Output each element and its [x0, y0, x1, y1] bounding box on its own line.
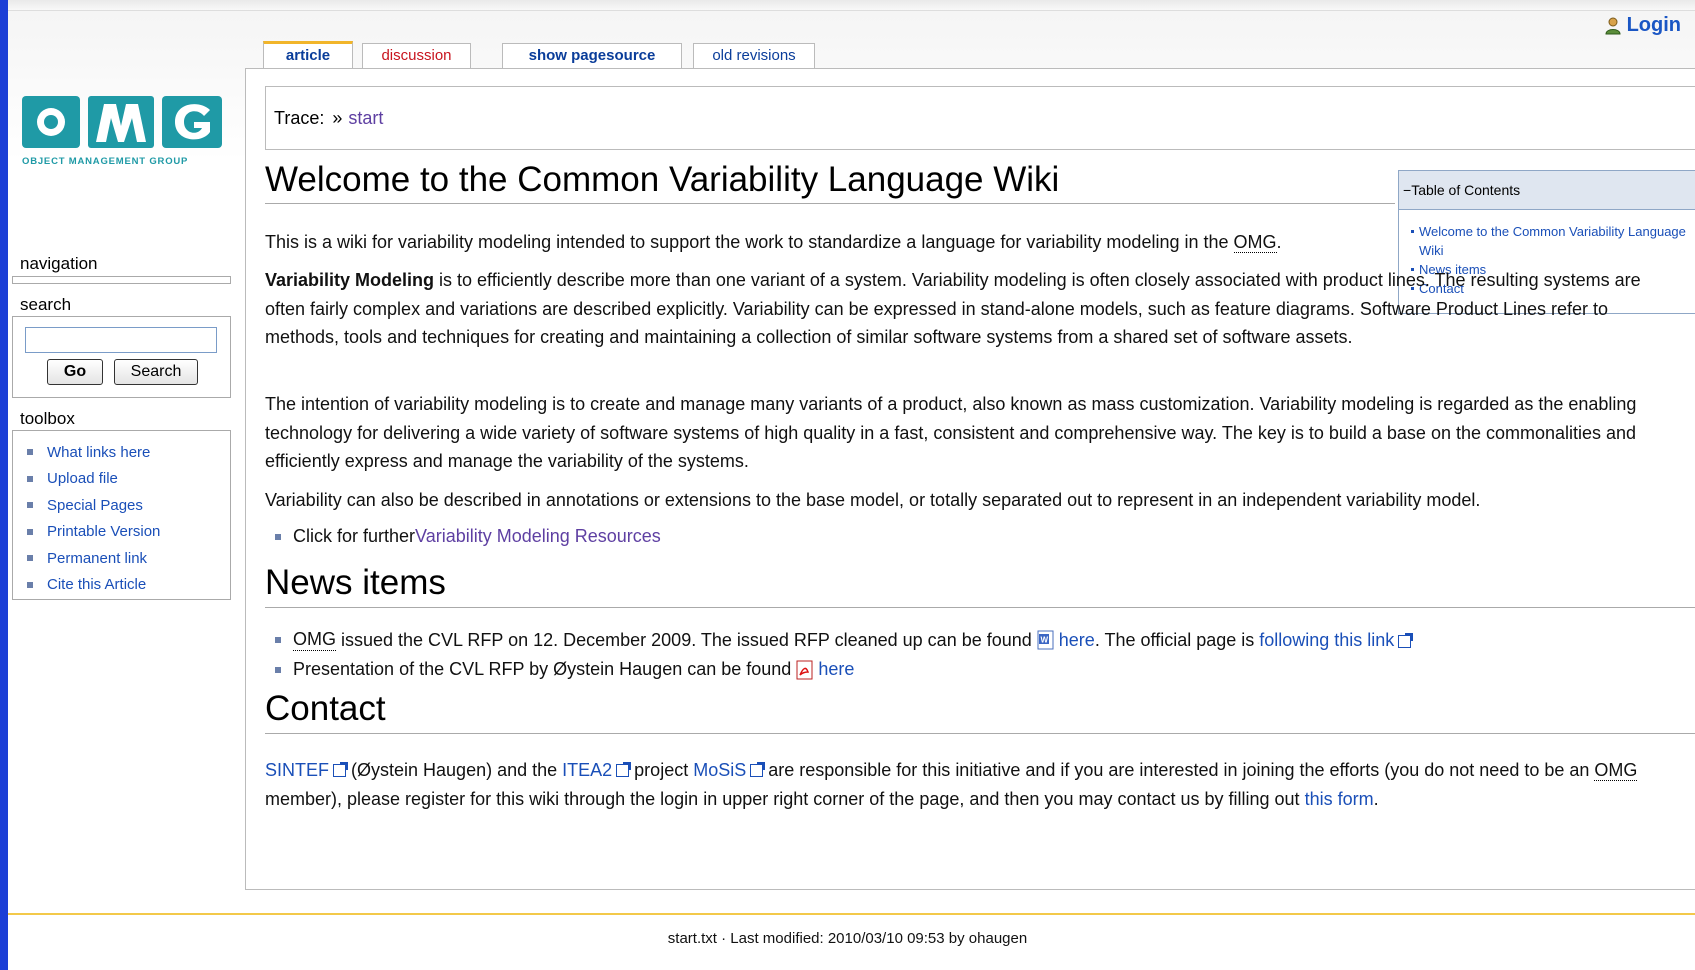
external-link-icon	[1398, 632, 1414, 648]
bullet-icon	[1411, 230, 1414, 233]
search-input[interactable]	[25, 327, 217, 353]
toolbox-what-links-here[interactable]: What links here	[13, 439, 230, 466]
news-heading: News items	[265, 563, 1695, 608]
navigation-box	[12, 276, 231, 284]
bullet-icon	[27, 475, 33, 482]
toolbox-box: What links here Upload file Special Page…	[12, 430, 231, 600]
user-icon	[1605, 17, 1621, 34]
list-item: Click for further Variability Modeling R…	[275, 526, 661, 547]
breadcrumb: Trace: » start	[265, 86, 1695, 150]
contact-text: member), please register for this wiki t…	[265, 788, 1305, 809]
external-link-icon	[333, 762, 349, 777]
tab-old-revisions[interactable]: old revisions	[693, 43, 815, 68]
intention-paragraph: The intention of variability modeling is…	[265, 394, 1637, 471]
intro-text: This is a wiki for variability modeling …	[265, 232, 1234, 252]
contact-text: are responsible for this initiative and …	[763, 760, 1595, 780]
omg-abbr: OMG	[293, 629, 336, 651]
tab-article[interactable]: article	[263, 41, 353, 71]
toolbox-item-label: Cite this Article	[47, 576, 147, 594]
toolbox-item-label: Special Pages	[47, 496, 143, 514]
contact-text: project	[629, 760, 694, 780]
official-page-link[interactable]: following this link	[1259, 630, 1394, 651]
search-button[interactable]: Search	[114, 359, 198, 385]
toolbox-item-label: Printable Version	[47, 523, 161, 541]
omg-logo[interactable]: OBJECT MANAGEMENT GROUP	[20, 88, 230, 178]
toolbox-upload-file[interactable]: Upload file	[13, 466, 230, 493]
bullet-icon	[27, 502, 33, 509]
search-heading: search	[20, 295, 72, 314]
contact-text: (Øystein Haugen) and the	[346, 760, 563, 780]
go-button[interactable]: Go	[47, 359, 103, 385]
news-item-text: issued the CVL RFP on 12. December 2009.…	[336, 629, 1037, 650]
footer-divider	[8, 913, 1695, 915]
toc-title: Table of Contents	[1411, 182, 1521, 198]
news-item-text: . The official page is	[1094, 629, 1260, 650]
footer-info: start.txt · Last modified: 2010/03/10 09…	[667, 930, 1028, 947]
bullet-icon	[27, 555, 33, 562]
word-document-icon: W	[1037, 630, 1054, 650]
toc-item-label: Welcome to the Common Variability Langua…	[1419, 224, 1686, 258]
pdf-icon	[796, 660, 813, 679]
news-item-text: Presentation of the CVL RFP by Øystein H…	[293, 659, 797, 679]
mosis-link[interactable]: MoSiS	[693, 760, 746, 780]
contact-heading: Contact	[265, 689, 1695, 734]
bullet-icon	[27, 581, 33, 588]
list-item-text: Click for further	[293, 526, 416, 546]
toc-toggle[interactable]: −	[1403, 182, 1411, 198]
toolbox-printable-version[interactable]: Printable Version	[13, 519, 230, 546]
window-left-border	[0, 0, 8, 970]
external-link-icon	[750, 762, 766, 777]
sintef-link[interactable]: SINTEF	[265, 760, 329, 780]
presentation-pdf-link[interactable]: here	[818, 659, 854, 680]
toolbox-item-label: Permanent link	[47, 549, 148, 567]
trace-separator: »	[332, 107, 343, 128]
intro-end: .	[1276, 232, 1282, 252]
breadcrumb-start[interactable]: start	[348, 108, 383, 129]
login-link[interactable]: Login	[1605, 14, 1681, 37]
bullet-icon	[27, 528, 33, 535]
login-label: Login	[1626, 14, 1681, 36]
intro-paragraph: This is a wiki for variability modeling …	[265, 228, 1395, 257]
omg-abbr: OMG	[1233, 232, 1277, 253]
news-item: Presentation of the CVL RFP by Øystein H…	[275, 659, 854, 680]
toc-header[interactable]: − Table of Contents	[1399, 171, 1695, 210]
top-strip	[8, 0, 1695, 11]
annotations-paragraph: Variability can also be described in ann…	[265, 490, 1481, 510]
variability-text: is to efficiently describe more than one…	[265, 270, 1641, 347]
this-form-link[interactable]: this form	[1305, 789, 1374, 809]
bullet-icon	[275, 637, 281, 643]
contact-text: .	[1373, 788, 1379, 809]
variability-paragraph: Variability Modeling is to efficiently d…	[265, 266, 1675, 352]
rfp-doc-link[interactable]: here	[1059, 630, 1095, 651]
tab-discussion[interactable]: discussion	[362, 43, 471, 68]
toolbox-special-pages[interactable]: Special Pages	[13, 492, 230, 519]
toolbox-item-label: What links here	[47, 443, 151, 461]
external-link-icon	[616, 762, 632, 777]
trace-label: Trace:	[274, 107, 325, 128]
toolbox-heading: toolbox	[20, 409, 75, 428]
variability-modeling-bold: Variability Modeling	[265, 270, 435, 290]
omg-logo-image: OBJECT MANAGEMENT GROUP	[22, 96, 222, 167]
bullet-icon	[275, 533, 281, 540]
variability-resources-link[interactable]: Variability Modeling Resources	[415, 526, 661, 547]
omg-abbr: OMG	[1594, 760, 1638, 781]
toolbox-permanent-link[interactable]: Permanent link	[13, 545, 230, 572]
page-title: Welcome to the Common Variability Langua…	[265, 160, 1395, 204]
toc-item-welcome[interactable]: Welcome to the Common Variability Langua…	[1411, 222, 1686, 260]
svg-text:W: W	[1040, 636, 1048, 645]
search-box: Go Search	[12, 316, 231, 398]
navigation-heading: navigation	[20, 254, 98, 273]
contact-paragraph: SINTEF (Øystein Haugen) and the ITEA2 pr…	[265, 756, 1685, 813]
logo-subtext: OBJECT MANAGEMENT GROUP	[22, 156, 188, 167]
toolbox-item-label: Upload file	[47, 470, 118, 488]
itea2-link[interactable]: ITEA2	[562, 760, 612, 780]
bullet-icon	[275, 666, 281, 673]
bullet-icon	[27, 449, 33, 456]
tab-show-pagesource[interactable]: show pagesource	[502, 43, 682, 68]
news-item: OMG issued the CVL RFP on 12. December 2…	[275, 629, 1414, 651]
toolbox-cite-article[interactable]: Cite this Article	[13, 572, 230, 599]
